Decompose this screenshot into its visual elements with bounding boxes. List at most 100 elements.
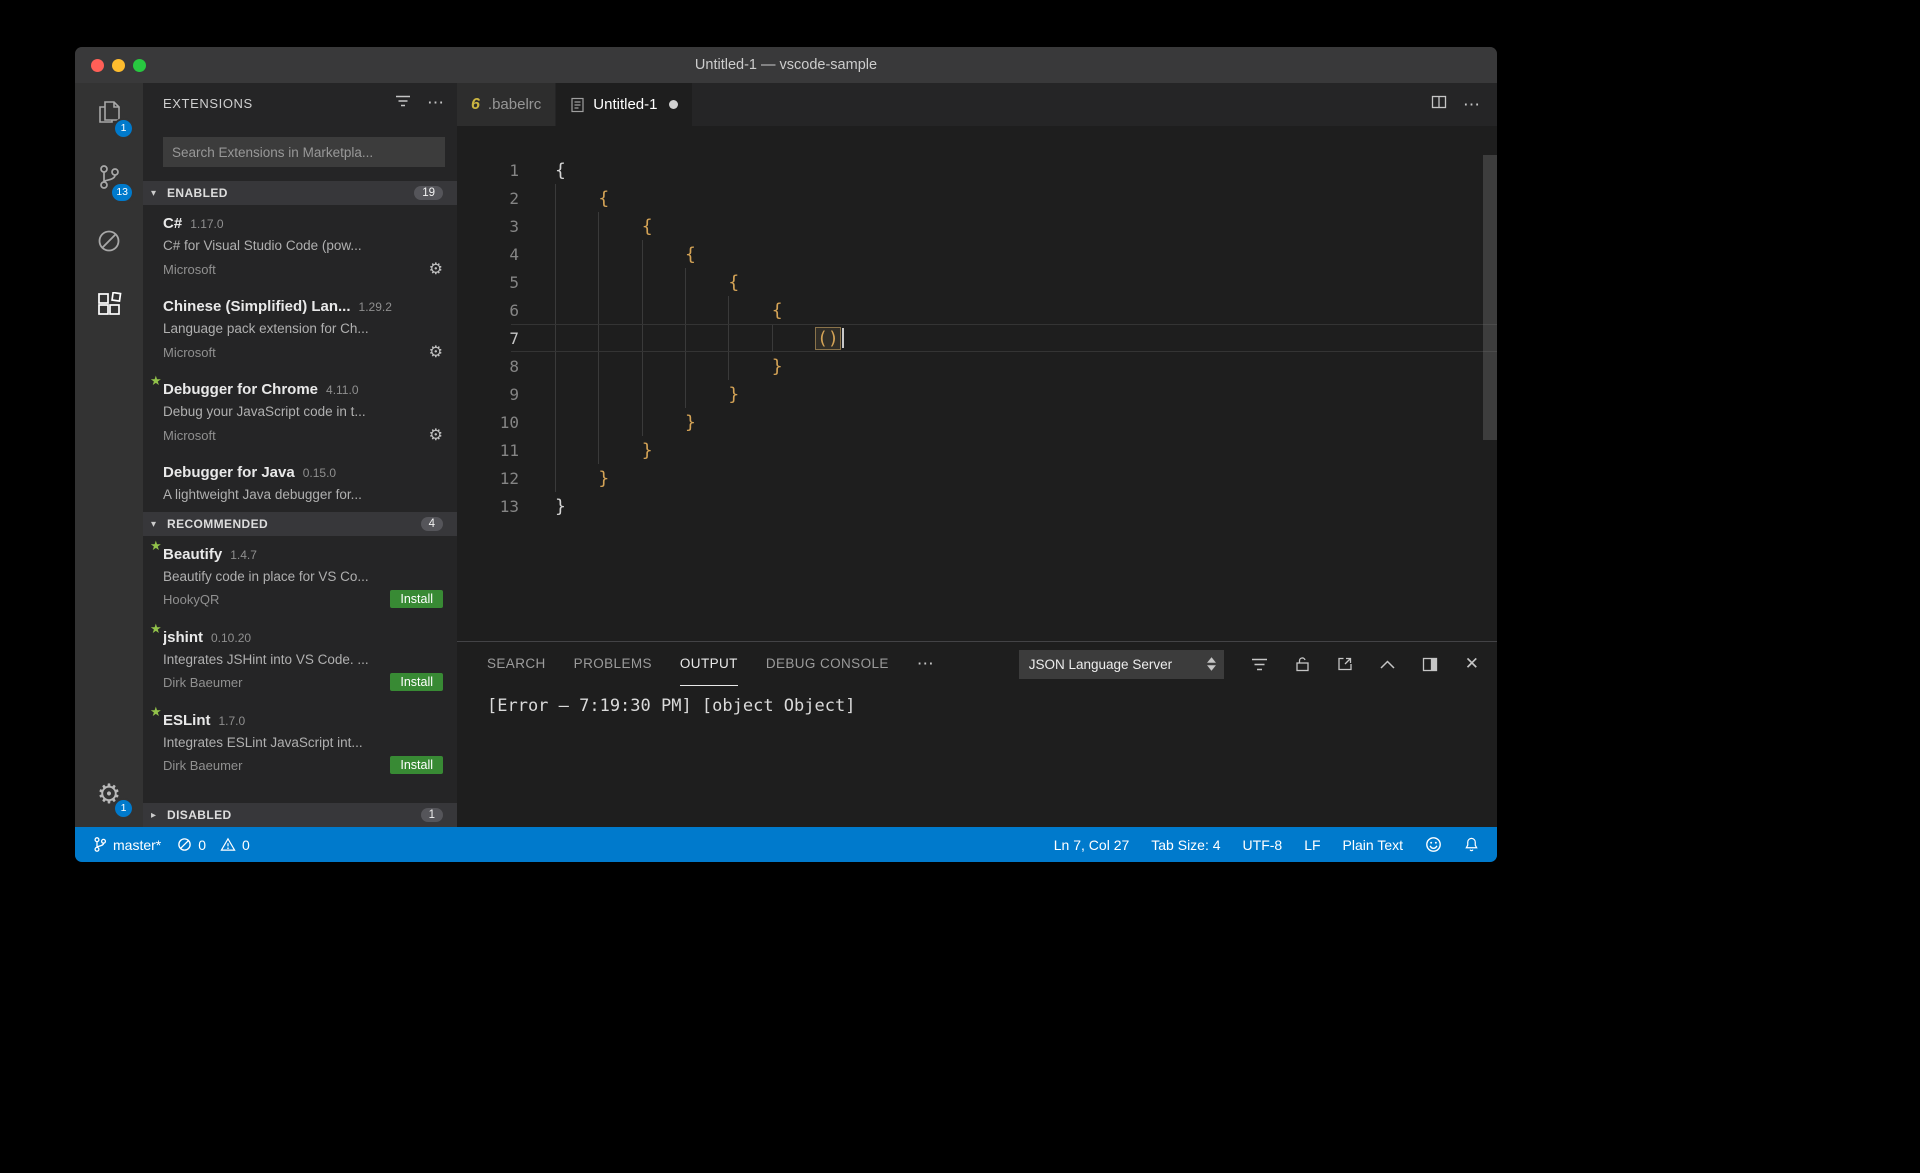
- extension-gear-icon[interactable]: ⚙: [429, 342, 443, 362]
- install-button[interactable]: Install: [390, 590, 443, 608]
- extension-gear-icon[interactable]: ⚙: [429, 259, 443, 279]
- text-cursor: [841, 328, 844, 348]
- section-header[interactable]: ▸ DISABLED 1: [143, 803, 457, 827]
- activity-extensions-button[interactable]: [75, 275, 143, 339]
- more-panel-tabs-icon[interactable]: ⋯: [917, 655, 935, 672]
- clear-output-icon[interactable]: [1251, 657, 1268, 672]
- status-tab-size-4[interactable]: Tab Size: 4: [1151, 837, 1220, 853]
- activity-source-control-button[interactable]: 13: [75, 147, 143, 211]
- panel-tab-search[interactable]: SEARCH: [487, 642, 546, 686]
- extension-description: Debug your JavaScript code in t...: [163, 404, 366, 419]
- editor-tab-untitled-1[interactable]: Untitled-1: [556, 83, 694, 126]
- extension-author: Dirk Baeumer: [163, 674, 243, 690]
- notifications-bell-icon[interactable]: [1464, 836, 1479, 853]
- star-icon: ★: [150, 538, 162, 553]
- panel-tab-problems[interactable]: PROBLEMS: [574, 642, 652, 686]
- more-actions-icon[interactable]: ⋯: [427, 94, 445, 111]
- activity-files-button[interactable]: 1: [75, 83, 143, 147]
- indent-guide: [685, 296, 728, 324]
- install-button[interactable]: Install: [390, 756, 443, 774]
- status-lf[interactable]: LF: [1304, 837, 1320, 853]
- bottom-panel: SEARCH PROBLEMS OUTPUT DEBUG CONSOLE ⋯ JSON…: [457, 641, 1497, 827]
- section-count-badge: 1: [420, 808, 443, 822]
- split-editor-icon[interactable]: [1431, 94, 1447, 115]
- code-line[interactable]: 7 (): [457, 324, 1497, 352]
- line-number: 10: [499, 412, 519, 432]
- line-number: 4: [509, 244, 519, 264]
- section-header[interactable]: ▾ RECOMMENDED 4: [143, 512, 457, 536]
- code-line[interactable]: 3 {: [457, 212, 1497, 240]
- extension-gear-icon[interactable]: ⚙: [429, 425, 443, 445]
- git-branch-status[interactable]: master*: [93, 836, 161, 853]
- activity-debug-button[interactable]: [75, 211, 143, 275]
- indent-guide: [598, 212, 641, 240]
- line-number: 1: [509, 160, 519, 180]
- extension-list-item[interactable]: C# 1.17.0 C# for Visual Studio Code (pow…: [143, 205, 457, 288]
- lock-scroll-icon[interactable]: [1295, 656, 1310, 672]
- indent-guide: [598, 352, 641, 380]
- filter-icon[interactable]: [395, 94, 411, 113]
- problems-status[interactable]: 0 0: [177, 837, 250, 853]
- settings-button[interactable]: ⚙ 1: [75, 761, 143, 827]
- extension-version: 1.7.0: [218, 714, 246, 728]
- indent-guide: [598, 240, 641, 268]
- extension-list-item[interactable]: ★ Beautify 1.4.7 Beautify code in place …: [143, 536, 457, 619]
- panel-tab-output[interactable]: OUTPUT: [679, 642, 738, 686]
- open-log-file-icon[interactable]: [1337, 656, 1353, 672]
- status-ln-7-col-27[interactable]: Ln 7, Col 27: [1054, 837, 1130, 853]
- indent-guide: [555, 352, 598, 380]
- code-line[interactable]: 5 {: [457, 268, 1497, 296]
- indent-guide: [641, 240, 685, 268]
- section-enabled: ▾ ENABLED 19 C# 1.17.0 C# for Visual Stu…: [143, 181, 457, 512]
- status-plain-text[interactable]: Plain Text: [1343, 837, 1403, 853]
- line-number: 9: [509, 384, 519, 404]
- extension-list-item[interactable]: ★ jshint 0.10.20 Integrates JSHint into …: [143, 619, 457, 702]
- indent-guide: [555, 436, 598, 464]
- panel-layout-icon[interactable]: [1422, 657, 1438, 672]
- indent-guide: [598, 268, 641, 296]
- extension-author: Microsoft: [163, 427, 216, 443]
- panel-tab-debug-console[interactable]: DEBUG CONSOLE: [766, 642, 889, 686]
- code-line[interactable]: 10 }: [457, 408, 1497, 436]
- debug-icon: [96, 228, 122, 259]
- indent-guide: [555, 324, 598, 352]
- code-line[interactable]: 2 {: [457, 184, 1497, 212]
- extension-list-item[interactable]: Debugger for Java 0.15.0 A lightweight J…: [143, 454, 457, 512]
- indent-guide: [555, 268, 598, 296]
- code-line[interactable]: 9 }: [457, 380, 1497, 408]
- desktop-background: Untitled-1 — vscode-sample 1 13 ⚙ 1 EXTE…: [0, 0, 1920, 1173]
- more-editor-actions-icon[interactable]: ⋯: [1463, 96, 1481, 113]
- editor-scrollbar[interactable]: [1483, 155, 1497, 440]
- code-line[interactable]: 12 }: [457, 464, 1497, 492]
- code-editor[interactable]: 1 { 2 { 3 { 4 { 5 { 6 { 7 () 8 } 9 } 10 …: [457, 126, 1497, 641]
- code-line[interactable]: 4 {: [457, 240, 1497, 268]
- output-console[interactable]: [Error — 7:19:30 PM] [object Object]: [457, 686, 1497, 827]
- code-line[interactable]: 6 {: [457, 296, 1497, 324]
- extension-list-item[interactable]: ★ Debugger for Chrome 4.11.0 Debug your …: [143, 371, 457, 454]
- install-button[interactable]: Install: [390, 673, 443, 691]
- extension-list-item[interactable]: ★ ESLint 1.7.0 Integrates ESLint JavaScr…: [143, 702, 457, 785]
- code-token: }: [555, 495, 566, 517]
- status-utf-8[interactable]: UTF-8: [1243, 837, 1283, 853]
- code-line[interactable]: 1 {: [457, 156, 1497, 184]
- minimize-window-button[interactable]: [112, 58, 125, 72]
- code-line[interactable]: 13 }: [457, 492, 1497, 520]
- maximize-panel-icon[interactable]: [1380, 659, 1395, 669]
- feedback-smiley-icon[interactable]: [1425, 836, 1442, 853]
- search-input[interactable]: [163, 144, 445, 160]
- editor-tab--babelrc[interactable]: 6 .babelrc: [457, 83, 557, 126]
- extension-version: 1.29.2: [358, 300, 392, 314]
- code-line[interactable]: 11 }: [457, 436, 1497, 464]
- indent-guide: [685, 380, 728, 408]
- indent-guide: [555, 184, 598, 212]
- close-panel-icon[interactable]: ✕: [1465, 654, 1479, 674]
- code-token: {: [685, 243, 696, 265]
- output-channel-select[interactable]: JSON Language Server: [1018, 649, 1224, 679]
- extension-list-item[interactable]: Chinese (Simplified) Lan... 1.29.2 Langu…: [143, 288, 457, 371]
- code-line[interactable]: 8 }: [457, 352, 1497, 380]
- extension-author: Dirk Baeumer: [163, 757, 243, 773]
- close-window-button[interactable]: [91, 58, 104, 72]
- zoom-window-button[interactable]: [133, 58, 146, 72]
- extension-description: C# for Visual Studio Code (pow...: [163, 238, 362, 253]
- section-header[interactable]: ▾ ENABLED 19: [143, 181, 457, 205]
